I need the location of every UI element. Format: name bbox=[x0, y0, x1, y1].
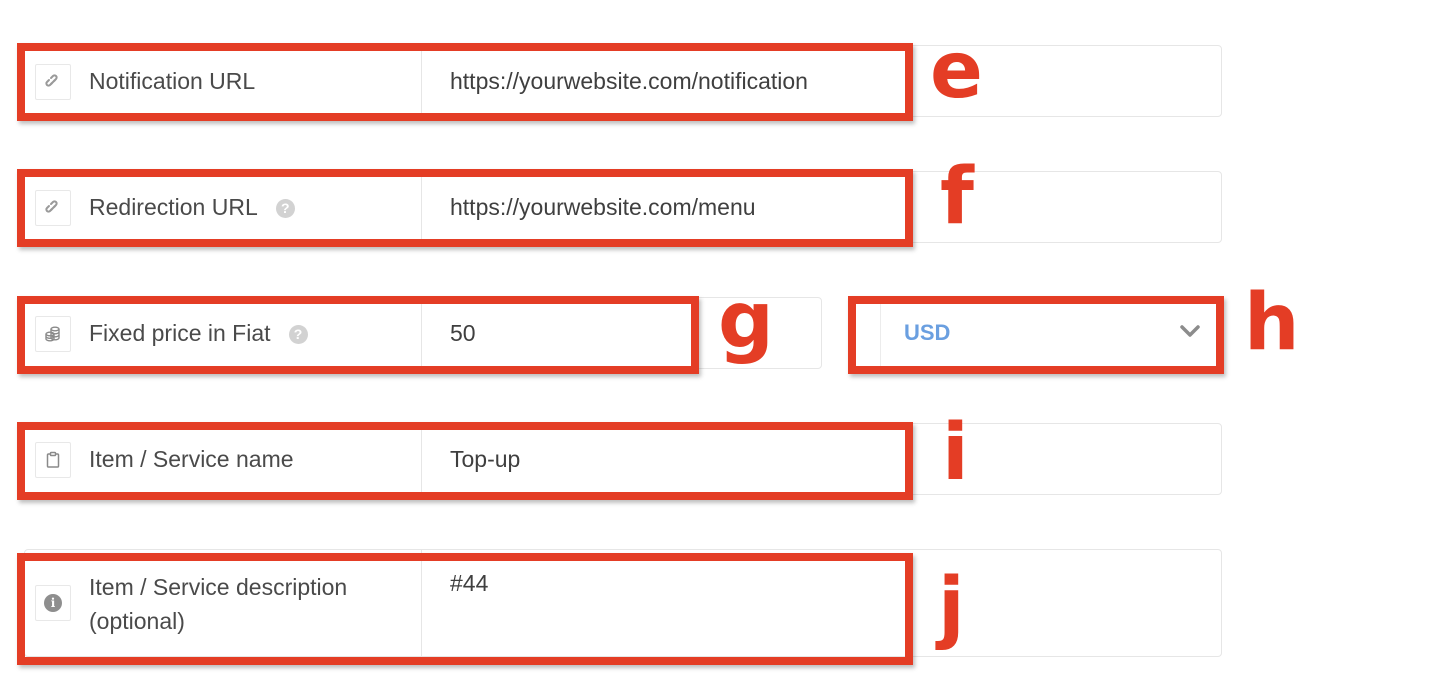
currency-select[interactable]: USD bbox=[855, 297, 1223, 369]
annotation-label-e: e bbox=[930, 26, 983, 116]
field-label: Notification URL bbox=[89, 68, 256, 94]
field-label-cell: i Item / Service description (optional) bbox=[25, 550, 422, 656]
field-label-cell: Fixed price in Fiat? bbox=[25, 298, 422, 368]
field-label-line1: Item / Service description bbox=[89, 574, 348, 600]
link-icon bbox=[35, 190, 71, 226]
chevron-down-icon bbox=[1180, 324, 1200, 343]
currency-selected-value: USD bbox=[904, 320, 951, 345]
fixed-price-input[interactable]: 50 bbox=[450, 316, 476, 350]
item-name-field: Item / Service name Top-up bbox=[24, 423, 1222, 495]
field-label-wrap: Fixed price in Fiat? bbox=[89, 316, 308, 350]
clipboard-icon bbox=[35, 442, 71, 478]
field-label: Redirection URL bbox=[89, 194, 258, 220]
field-label-cell: Notification URL bbox=[25, 46, 422, 116]
info-glyph: i bbox=[44, 594, 62, 612]
field-label-wrap: Item / Service description (optional) bbox=[89, 570, 347, 638]
redirection-url-field: Redirection URL? https://yourwebsite.com… bbox=[24, 171, 1222, 243]
fixed-price-field: Fixed price in Fiat? 50 bbox=[24, 297, 822, 369]
field-label-wrap: Redirection URL? bbox=[89, 190, 295, 224]
item-name-input[interactable]: Top-up bbox=[450, 442, 520, 476]
field-label-cell: Redirection URL? bbox=[25, 172, 422, 242]
annotation-label-h: h bbox=[1244, 278, 1300, 368]
field-label-line2: (optional) bbox=[89, 608, 185, 634]
annotation-label-i: i bbox=[942, 408, 969, 498]
redirection-url-input[interactable]: https://yourwebsite.com/menu bbox=[450, 190, 756, 224]
item-description-textarea[interactable]: #44 bbox=[450, 566, 488, 600]
field-label: Fixed price in Fiat bbox=[89, 320, 271, 346]
coins-icon bbox=[35, 316, 71, 352]
field-label: Item / Service name bbox=[89, 446, 294, 472]
help-icon[interactable]: ? bbox=[288, 325, 308, 344]
link-icon bbox=[35, 64, 71, 100]
info-icon: i bbox=[35, 585, 71, 621]
annotation-label-f: f bbox=[940, 152, 974, 242]
item-description-field: i Item / Service description (optional) … bbox=[24, 549, 1222, 657]
annotation-label-g: g bbox=[718, 276, 774, 366]
field-label-cell: Item / Service name bbox=[25, 424, 422, 494]
annotation-label-j: j bbox=[938, 562, 965, 652]
select-divider bbox=[880, 298, 881, 368]
notification-url-field: Notification URL https://yourwebsite.com… bbox=[24, 45, 1222, 117]
notification-url-input[interactable]: https://yourwebsite.com/notification bbox=[450, 64, 808, 98]
help-icon[interactable]: ? bbox=[275, 199, 295, 218]
